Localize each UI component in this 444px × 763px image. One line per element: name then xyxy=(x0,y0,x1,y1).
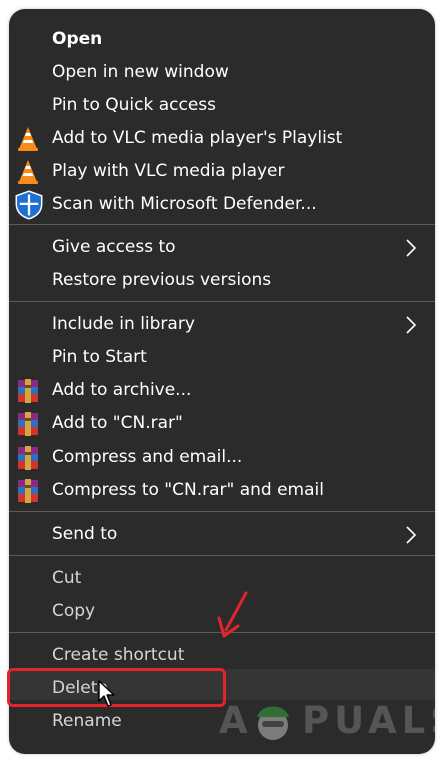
menu-item-open[interactable]: Open xyxy=(9,23,435,56)
red-arrow-icon xyxy=(217,591,248,638)
menu-item-label: Add to "CN.rar" xyxy=(52,413,183,433)
menu-item-label: Compress to "CN.rar" and email xyxy=(52,480,324,500)
menu-item-pin-quick-access[interactable]: Pin to Quick access xyxy=(9,89,435,122)
chevron-right-icon xyxy=(406,239,417,257)
menu-item-defender-scan[interactable]: Scan with Microsoft Defender... xyxy=(9,188,435,221)
menu-item-restore-versions[interactable]: Restore previous versions xyxy=(9,264,435,297)
menu-item-label: Open in new window xyxy=(52,62,229,82)
chevron-right-icon xyxy=(406,316,417,334)
menu-separator xyxy=(9,301,435,302)
menu-item-add-archive[interactable]: Add to archive... xyxy=(9,374,435,407)
menu-item-label: Rename xyxy=(52,711,122,731)
menu-item-vlc-playlist[interactable]: Add to VLC media player's Playlist xyxy=(9,122,435,155)
menu-item-compress-cn-email[interactable]: Compress to "CN.rar" and email xyxy=(9,474,435,507)
menu-item-label: Compress and email... xyxy=(52,447,243,467)
winrar-icon xyxy=(18,412,38,436)
appuals-watermark: A PUALS xyxy=(219,691,435,751)
menu-item-open-new-window[interactable]: Open in new window xyxy=(9,56,435,89)
menu-item-include-library[interactable]: Include in library xyxy=(9,308,435,341)
menu-item-label: Scan with Microsoft Defender... xyxy=(52,194,317,214)
chevron-right-icon xyxy=(406,526,417,544)
menu-item-label: Copy xyxy=(52,601,96,621)
vlc-cone-icon xyxy=(18,127,38,151)
menu-item-label: Pin to Start xyxy=(52,347,147,367)
menu-item-vlc-play[interactable]: Play with VLC media player xyxy=(9,155,435,188)
menu-separator xyxy=(9,511,435,512)
menu-item-send-to[interactable]: Send to xyxy=(9,518,435,551)
menu-item-add-to-cn-rar[interactable]: Add to "CN.rar" xyxy=(9,407,435,440)
appuals-mascot-icon xyxy=(257,706,289,740)
menu-item-label: Play with VLC media player xyxy=(52,161,285,181)
menu-item-compress-email[interactable]: Compress and email... xyxy=(9,441,435,474)
winrar-icon xyxy=(18,479,38,503)
winrar-icon xyxy=(18,379,38,403)
menu-item-label: Pin to Quick access xyxy=(52,95,217,115)
menu-item-label: Cut xyxy=(52,568,82,588)
winrar-icon xyxy=(18,446,38,470)
menu-separator xyxy=(9,555,435,556)
menu-item-label: Give access to xyxy=(52,237,176,257)
defender-shield-icon xyxy=(15,190,43,220)
watermark-text-after: PUALS xyxy=(302,699,435,742)
menu-item-label: Open xyxy=(52,29,103,49)
menu-item-give-access[interactable]: Give access to xyxy=(9,231,435,264)
menu-separator xyxy=(9,224,435,225)
delete-highlight-box xyxy=(7,668,226,707)
menu-item-label: Restore previous versions xyxy=(52,270,272,290)
menu-item-label: Add to archive... xyxy=(52,380,192,400)
context-menu: Open Open in new window Pin to Quick acc… xyxy=(9,9,435,754)
menu-item-label: Send to xyxy=(52,524,118,544)
menu-item-label: Add to VLC media player's Playlist xyxy=(52,128,343,148)
mouse-cursor-icon xyxy=(98,680,115,707)
menu-item-pin-start[interactable]: Pin to Start xyxy=(9,341,435,374)
menu-item-label: Include in library xyxy=(52,314,195,334)
vlc-cone-icon xyxy=(18,160,38,184)
